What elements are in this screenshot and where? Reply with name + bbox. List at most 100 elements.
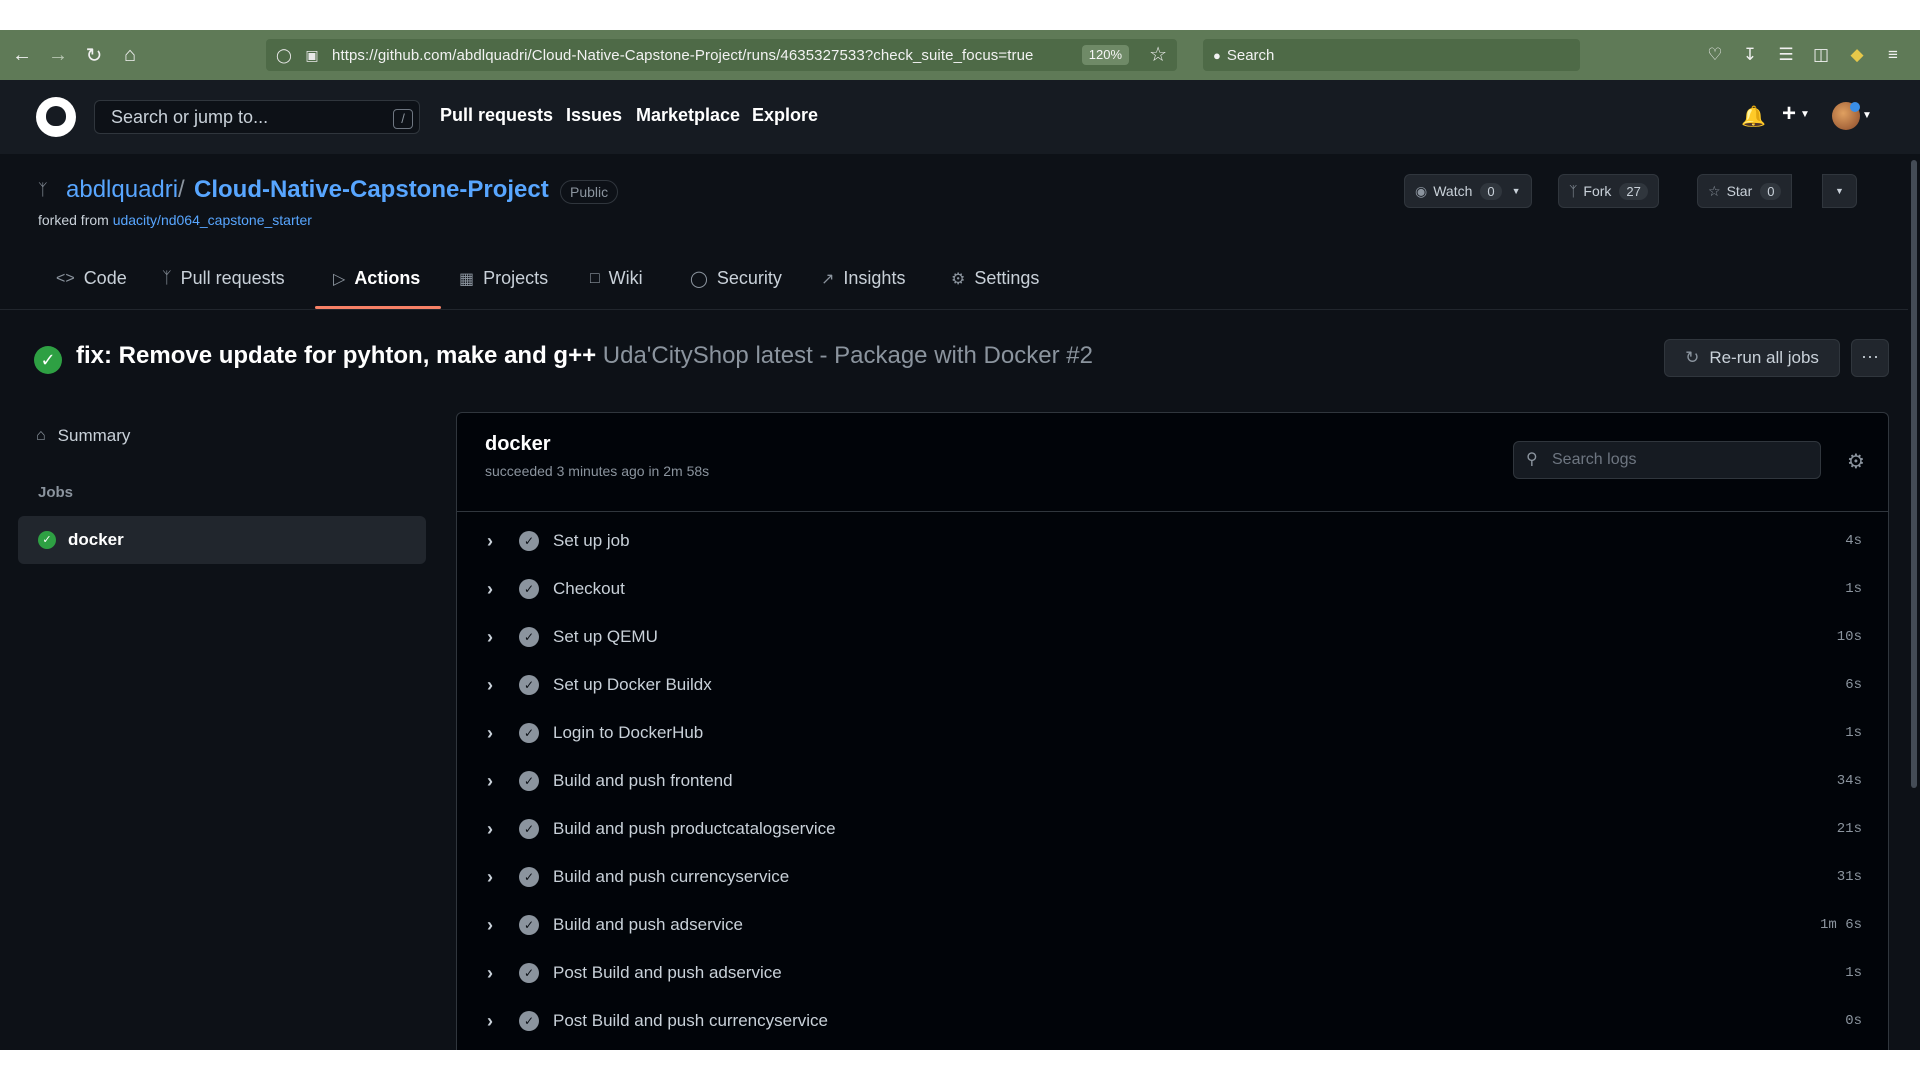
fork-icon: ᛉ	[1569, 183, 1578, 199]
chevron-right-icon[interactable]: ›	[487, 771, 493, 792]
bookmark-star-icon[interactable]: ☆	[1149, 42, 1167, 67]
chevron-right-icon[interactable]: ›	[487, 867, 493, 888]
reload-icon[interactable]: ↻	[80, 41, 108, 69]
star-chevron-down-icon: ▼	[1835, 186, 1844, 196]
nav-marketplace[interactable]: Marketplace	[636, 105, 740, 126]
step-name: Post Build and push currencyservice	[553, 1011, 828, 1030]
repo-owner-link[interactable]: abdlquadri	[66, 176, 178, 204]
log-settings-gear-icon[interactable]: ⚙	[1847, 449, 1865, 474]
star-list-dropdown[interactable]: ▼	[1822, 174, 1857, 208]
browser-search-bar[interactable]: ● Search	[1203, 39, 1580, 71]
url-text[interactable]: https://github.com/abdlquadri/Cloud-Nati…	[332, 47, 1033, 64]
step-duration: 10s	[1836, 629, 1862, 645]
step-name: Post Build and push adservice	[553, 963, 782, 982]
scrollbar-thumb[interactable]	[1911, 160, 1917, 788]
notifications-bell-icon[interactable]: 🔔	[1741, 104, 1766, 128]
chevron-right-icon[interactable]: ›	[487, 963, 493, 984]
step-row[interactable]: › ✓ Login to DockerHub 1s	[457, 709, 1888, 757]
nav-explore[interactable]: Explore	[752, 105, 818, 126]
nav-issues[interactable]: Issues	[566, 105, 622, 126]
step-row[interactable]: › ✓ Checkout 1s	[457, 565, 1888, 613]
chevron-right-icon[interactable]: ›	[487, 675, 493, 696]
create-new-plus-icon[interactable]: + ▼	[1782, 100, 1810, 128]
more-options-button[interactable]: ···	[1851, 339, 1889, 377]
step-name: Build and push adservice	[553, 915, 743, 934]
step-row[interactable]: › ✓ Build and push productcatalogservice 21…	[457, 805, 1888, 853]
tab-projects[interactable]: ▦ Projects	[459, 268, 548, 289]
watch-button[interactable]: ◉ Watch 0 ▼	[1404, 174, 1532, 208]
sidebar-jobs-heading: Jobs	[38, 484, 74, 501]
download-icon[interactable]: ↧	[1739, 44, 1761, 66]
step-row[interactable]: › ✓ Set up Docker Buildx 6s	[457, 661, 1888, 709]
zoom-level[interactable]: 120%	[1081, 45, 1129, 65]
chevron-right-icon[interactable]: ›	[487, 627, 493, 648]
browser-search-placeholder: Search	[1226, 46, 1275, 64]
step-name: Build and push currencyservice	[553, 867, 790, 886]
chevron-right-icon[interactable]: ›	[487, 1011, 493, 1032]
chevron-right-icon[interactable]: ›	[487, 915, 493, 936]
library-icon[interactable]: ☰	[1775, 44, 1797, 66]
step-duration: 4s	[1845, 533, 1862, 549]
pocket-icon[interactable]: ♡	[1704, 44, 1726, 66]
fork-button[interactable]: ᛉ Fork 27	[1558, 174, 1659, 208]
forked-from-link[interactable]: udacity/nd064_capstone_starter	[113, 212, 312, 228]
github-header: Search or jump to... / Pull requests Iss…	[0, 80, 1920, 154]
tab-security[interactable]: ◯ Security	[690, 268, 782, 289]
url-bar[interactable]: ◯ ▣ https://github.com/abdlquadri/Cloud-…	[266, 39, 1177, 71]
rerun-label: Re-run all jobs	[1709, 348, 1819, 367]
repo-header: ᛉ abdlquadri / Cloud-Native-Capstone-Pro…	[0, 154, 1908, 310]
extension-icon[interactable]: ◆	[1846, 44, 1868, 66]
sidebar-item-summary[interactable]: ⌂ Summary	[36, 426, 130, 446]
run-title: fix: Remove update for pyhton, make and …	[76, 342, 1093, 370]
back-icon[interactable]: ←	[8, 41, 36, 69]
tab-security-label: Security	[716, 268, 782, 288]
chevron-right-icon[interactable]: ›	[487, 819, 493, 840]
tab-actions[interactable]: ▷ Actions	[333, 268, 420, 289]
repo-name-link[interactable]: Cloud-Native-Capstone-Project	[194, 176, 549, 204]
step-row[interactable]: › ✓ Set up job 4s	[457, 517, 1888, 565]
step-row[interactable]: › ✓ Build and push currencyservice 31s	[457, 853, 1888, 901]
menu-icon[interactable]: ≡	[1882, 44, 1904, 66]
rerun-all-jobs-button[interactable]: ↻ Re-run all jobs	[1664, 339, 1840, 377]
tab-settings[interactable]: ⚙ Settings	[951, 268, 1039, 289]
active-tab-indicator	[315, 306, 441, 309]
run-workflow-name[interactable]: Uda'CityShop latest - Package with Docke…	[603, 342, 1093, 369]
job-status-text: succeeded 3 minutes ago in 2m 58s	[485, 463, 710, 479]
avatar-status-badge	[1850, 102, 1860, 112]
avatar-chevron-down-icon[interactable]: ▼	[1862, 110, 1872, 121]
page-body: ᛉ abdlquadri / Cloud-Native-Capstone-Pro…	[0, 154, 1908, 1050]
step-row[interactable]: › ✓ Post Build and push adservice 1s	[457, 949, 1888, 997]
lock-icon[interactable]: ▣	[302, 47, 322, 64]
chevron-right-icon[interactable]: ›	[487, 579, 493, 600]
tab-wiki[interactable]: □ Wiki	[590, 268, 643, 289]
step-name: Build and push frontend	[553, 771, 733, 790]
shield-icon[interactable]: ◯	[274, 47, 294, 64]
chevron-right-icon[interactable]: ›	[487, 531, 493, 552]
step-success-check-icon: ✓	[519, 531, 539, 551]
step-duration: 6s	[1845, 677, 1862, 693]
home-icon[interactable]: ⌂	[116, 41, 144, 69]
nav-pull-requests[interactable]: Pull requests	[440, 105, 553, 126]
global-search-placeholder: Search or jump to...	[111, 107, 269, 127]
sidebar-item-docker-job[interactable]: ✓ docker	[18, 516, 426, 564]
step-row[interactable]: › ✓ Build and push frontend 34s	[457, 757, 1888, 805]
sidebar-icon[interactable]: ◫	[1810, 44, 1832, 66]
tab-code[interactable]: <> Code	[56, 268, 127, 289]
step-duration: 1s	[1845, 965, 1862, 981]
search-logs-input[interactable]: ⚲ Search logs	[1513, 441, 1821, 479]
step-name: Login to DockerHub	[553, 723, 704, 742]
global-search-input[interactable]: Search or jump to... /	[94, 100, 420, 134]
step-row[interactable]: › ✓ Post Build and push currencyservice 0s	[457, 997, 1888, 1045]
search-icon: ⚲	[1526, 451, 1538, 468]
tab-code-label: Code	[83, 268, 127, 288]
step-duration: 1s	[1845, 581, 1862, 597]
forward-icon[interactable]: →	[44, 41, 72, 69]
step-row[interactable]: › ✓ Set up QEMU 10s	[457, 613, 1888, 661]
star-button[interactable]: ☆ Star 0	[1697, 174, 1793, 208]
github-logo-icon[interactable]	[36, 97, 76, 137]
step-row[interactable]: › ✓ Build and push adservice 1m 6s	[457, 901, 1888, 949]
chevron-right-icon[interactable]: ›	[487, 723, 493, 744]
tab-pull-requests[interactable]: ᛉ Pull requests	[162, 268, 285, 289]
star-label: Star	[1726, 183, 1753, 199]
tab-insights[interactable]: ↗ Insights	[821, 268, 905, 289]
